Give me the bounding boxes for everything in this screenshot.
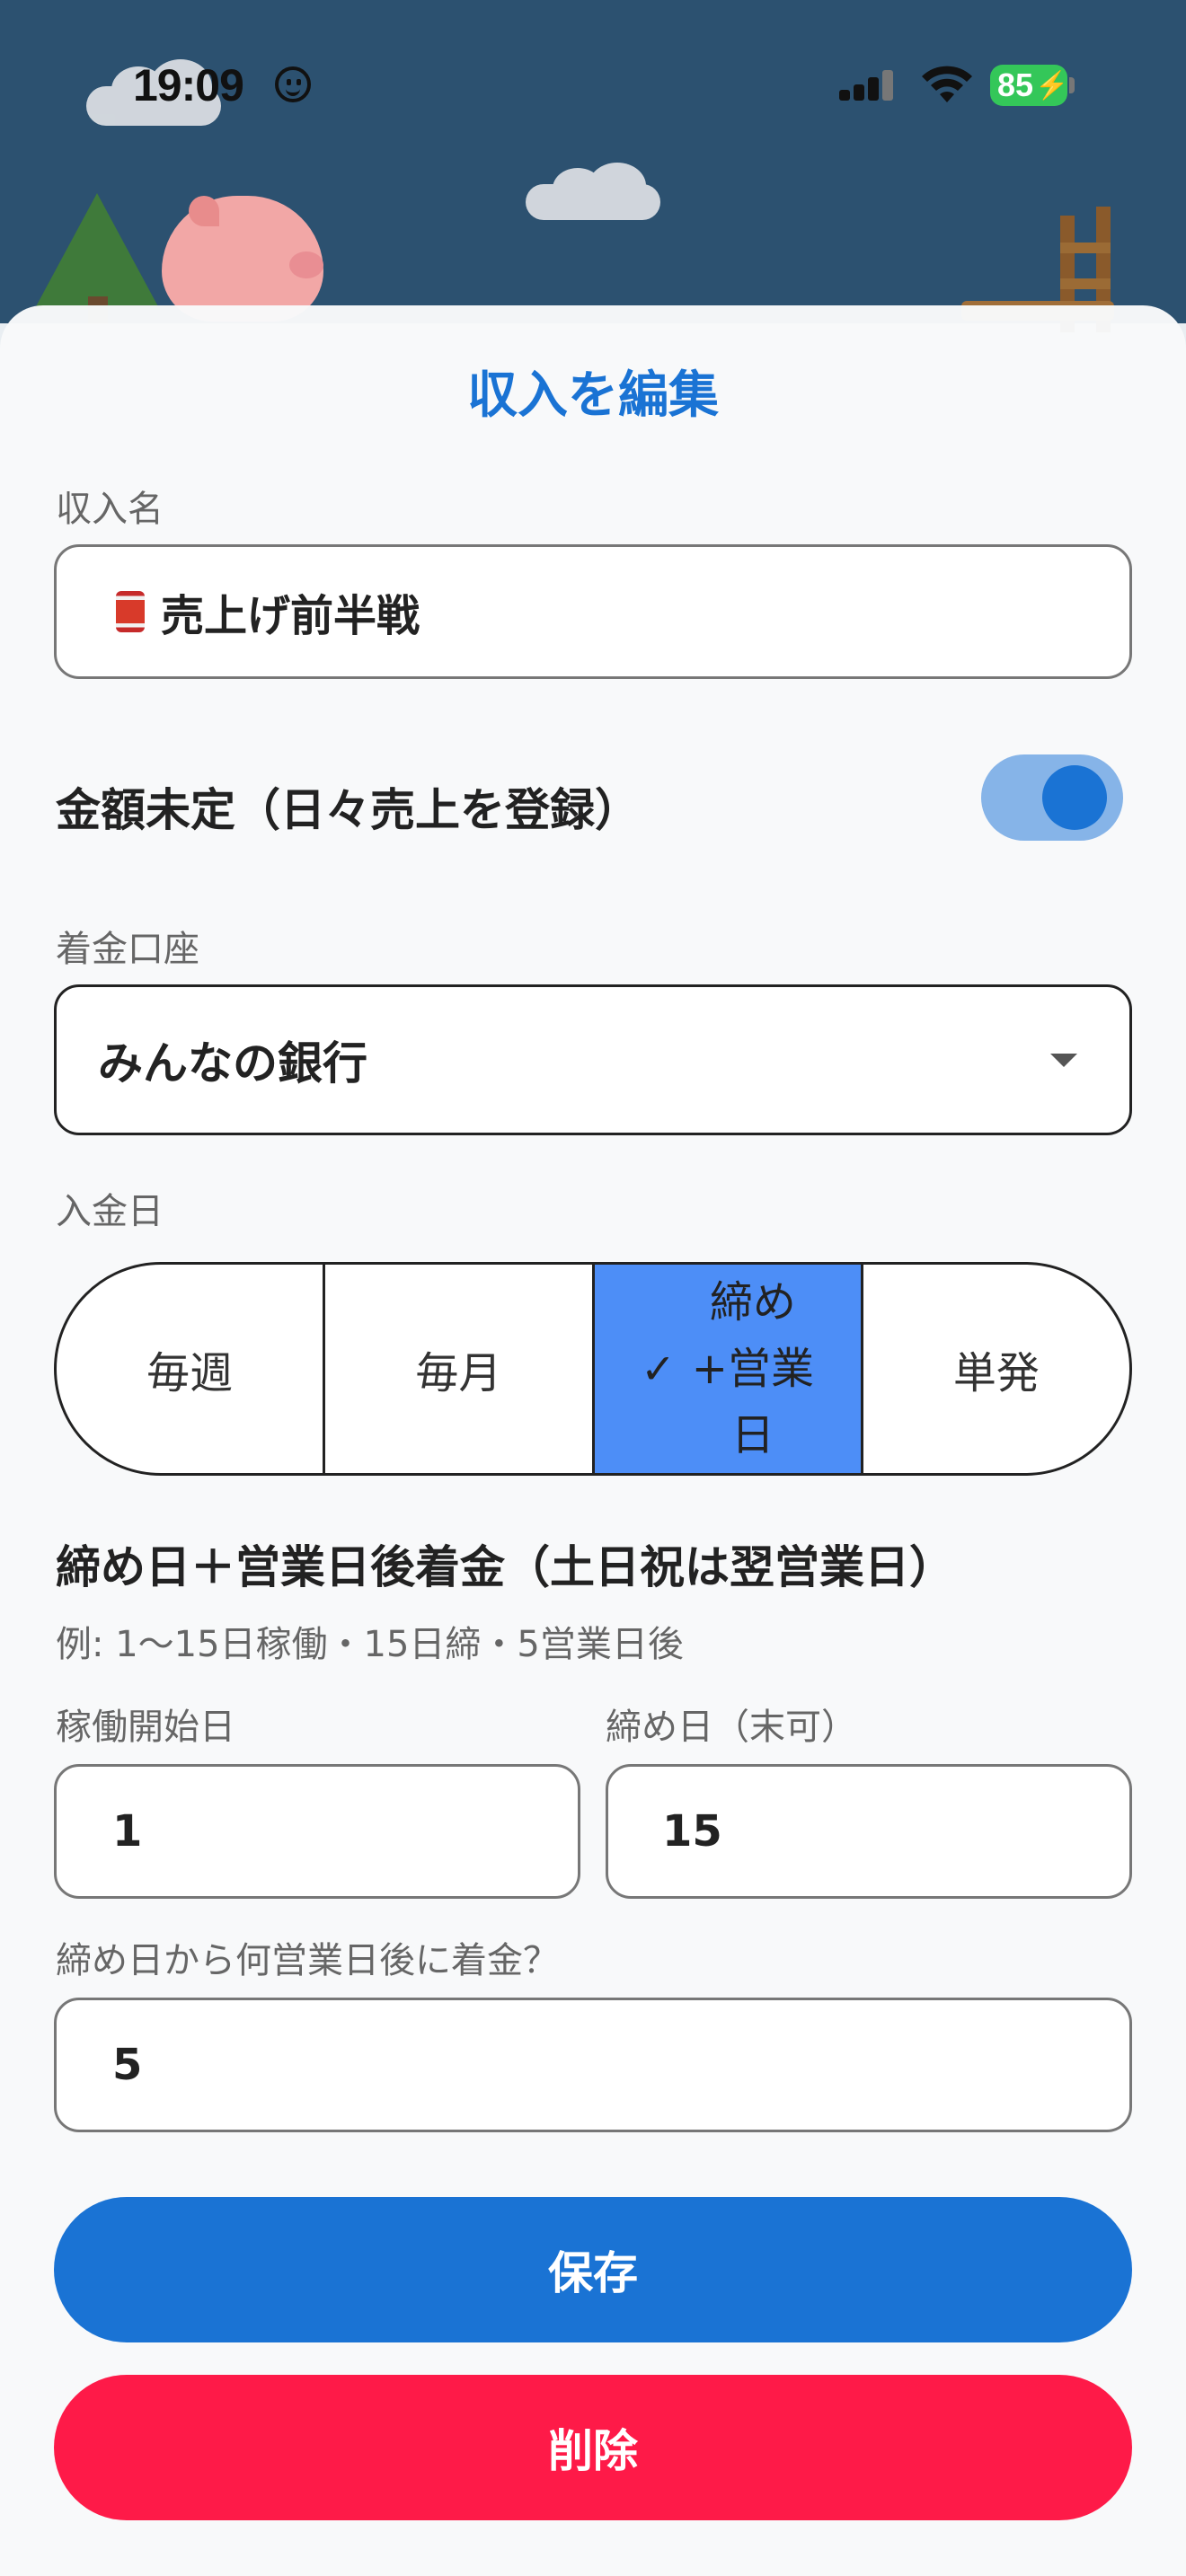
toggle-knob xyxy=(1042,765,1107,830)
segment-label-line: 締め xyxy=(709,1277,796,1328)
smiley-icon xyxy=(275,66,311,102)
business-days-value: 5 xyxy=(112,2040,143,2090)
checkmark-icon: ✓ xyxy=(641,1345,676,1393)
example-hint: 例: 1〜15日稼働・15日締・5営業日後 xyxy=(56,1624,684,1665)
wifi-icon xyxy=(922,66,972,102)
save-button[interactable]: 保存 xyxy=(54,2197,1132,2342)
pay-day-label: 入金日 xyxy=(56,1191,164,1232)
cellular-signal-icon xyxy=(839,68,902,101)
canned-food-icon xyxy=(116,591,145,632)
segment-weekly[interactable]: 毎週 xyxy=(57,1265,323,1473)
closing-day-value: 15 xyxy=(662,1806,722,1857)
segment-closing-plus-business-days[interactable]: ✓ 締め +営業 日 xyxy=(591,1265,861,1473)
segment-one-time[interactable]: 単発 xyxy=(860,1265,1129,1473)
business-days-label: 締め日から何営業日後に着金？ xyxy=(56,1940,559,1981)
sheet-title: 収入を編集 xyxy=(467,366,719,425)
save-button-label: 保存 xyxy=(548,2247,638,2299)
cloud-illustration xyxy=(526,163,660,220)
amount-undecided-label: 金額未定（日々売上を登録） xyxy=(56,784,640,836)
income-name-field[interactable]: 売上げ前半戦 xyxy=(54,544,1132,679)
business-days-input[interactable]: 5 xyxy=(54,1998,1132,2132)
account-select-value: みんなの銀行 xyxy=(98,1037,367,1090)
account-select[interactable]: みんなの銀行 xyxy=(54,984,1132,1135)
income-name-label: 収入名 xyxy=(56,489,164,530)
start-day-label: 稼働開始日 xyxy=(56,1707,235,1748)
pay-day-segmented-control: 毎週 毎月 ✓ 締め +営業 日 単発 xyxy=(54,1262,1132,1476)
segment-monthly[interactable]: 毎月 xyxy=(323,1265,591,1473)
chevron-down-icon xyxy=(1050,1054,1077,1067)
segment-label: 毎月 xyxy=(415,1348,502,1398)
income-name-value: 売上げ前半戦 xyxy=(161,591,420,641)
piggy-bank-ear xyxy=(189,196,219,226)
start-day-value: 1 xyxy=(112,1806,143,1857)
delete-button-label: 削除 xyxy=(548,2425,638,2477)
section-title: 締め日＋営業日後着金（土日祝は翌営業日） xyxy=(56,1541,954,1593)
piggy-bank-snout xyxy=(289,251,323,278)
segment-label: 毎週 xyxy=(146,1348,234,1398)
start-day-input[interactable]: 1 xyxy=(54,1764,580,1899)
segment-label: 単発 xyxy=(952,1348,1040,1398)
battery-level: 85 xyxy=(997,66,1034,103)
delete-button[interactable]: 削除 xyxy=(54,2375,1132,2520)
battery-icon: 85 ⚡ xyxy=(990,65,1068,106)
closing-day-input[interactable]: 15 xyxy=(606,1764,1132,1899)
battery-cap xyxy=(1069,77,1075,93)
tree-illustration xyxy=(34,193,160,310)
segment-label-line: 日 xyxy=(730,1410,774,1460)
status-time: 19:09 xyxy=(133,60,244,110)
segment-label-line: +営業 xyxy=(691,1344,815,1394)
account-label: 着金口座 xyxy=(56,929,199,970)
closing-day-label: 締め日（末可） xyxy=(606,1707,857,1748)
